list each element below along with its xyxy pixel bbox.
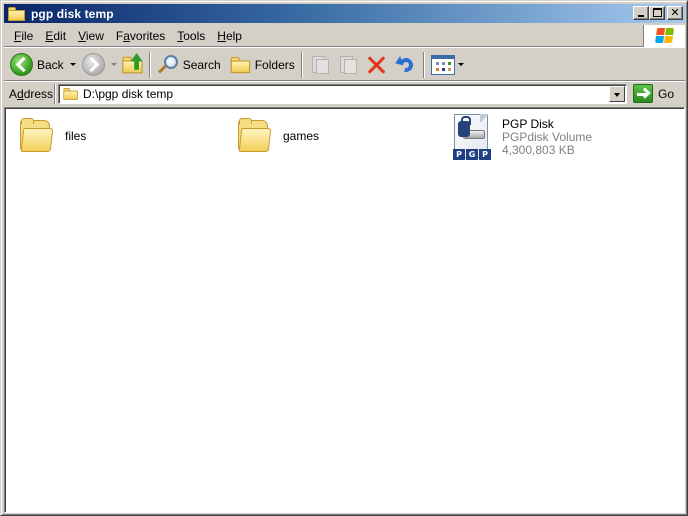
lock-icon bbox=[458, 116, 471, 137]
windows-logo-box bbox=[643, 25, 685, 47]
list-item[interactable]: games bbox=[235, 116, 319, 156]
forward-dropdown-icon[interactable] bbox=[110, 63, 117, 66]
views-icon bbox=[430, 54, 455, 75]
close-button[interactable]: ✕ bbox=[667, 6, 683, 20]
item-details: PGP Disk PGPdisk Volume 4,300,803 KB bbox=[502, 118, 592, 157]
views-dropdown-icon[interactable] bbox=[457, 63, 464, 66]
explorer-window: pgp disk temp ✕ File Edit View Favorites… bbox=[0, 0, 688, 516]
menu-edit-label: dit bbox=[53, 28, 67, 43]
menu-tools-label: ools bbox=[183, 28, 206, 43]
address-bar: Address D:\pgp disk temp Go bbox=[4, 82, 685, 105]
forward-arrow-icon bbox=[81, 53, 105, 76]
windows-logo-icon bbox=[655, 28, 675, 44]
copy-to-icon bbox=[337, 54, 359, 76]
delete-button[interactable] bbox=[362, 51, 390, 79]
file-list-view[interactable]: files games P G P PGP Disk PGPdisk Volum… bbox=[4, 107, 685, 513]
address-input[interactable]: D:\pgp disk temp bbox=[58, 83, 627, 104]
menu-edit[interactable]: Edit bbox=[39, 26, 72, 46]
menu-tools[interactable]: Tools bbox=[171, 26, 211, 46]
delete-icon bbox=[365, 54, 387, 76]
go-arrow-icon bbox=[633, 84, 653, 103]
forward-button[interactable] bbox=[79, 51, 120, 79]
list-item[interactable]: P G P PGP Disk PGPdisk Volume 4,300,803 … bbox=[453, 114, 592, 162]
menu-help-accel: H bbox=[217, 28, 226, 43]
search-button[interactable]: Search bbox=[154, 51, 224, 79]
search-icon bbox=[157, 54, 179, 76]
folders-icon bbox=[229, 55, 252, 73]
back-label: Back bbox=[37, 57, 64, 72]
menu-view-label: iew bbox=[85, 28, 104, 43]
close-icon: ✕ bbox=[670, 6, 680, 19]
go-button[interactable]: Go bbox=[633, 84, 674, 103]
menu-help[interactable]: Help bbox=[211, 26, 248, 46]
menu-bar: File Edit View Favorites Tools Help bbox=[4, 25, 685, 47]
undo-button[interactable] bbox=[390, 51, 420, 79]
toolbar: Back Search Folders bbox=[4, 49, 685, 81]
item-name: games bbox=[283, 129, 320, 143]
toolbar-separator bbox=[422, 51, 425, 78]
back-button[interactable]: Back bbox=[7, 51, 79, 79]
go-label: Go bbox=[658, 86, 675, 101]
menu-help-label: elp bbox=[225, 28, 242, 43]
folder-icon bbox=[235, 116, 275, 156]
maximize-icon bbox=[653, 8, 662, 17]
menu-file[interactable]: File bbox=[8, 26, 39, 46]
address-label: Address bbox=[9, 86, 54, 101]
menu-view-accel: V bbox=[78, 28, 86, 43]
copy-to-button[interactable] bbox=[334, 51, 362, 79]
folders-label: Folders bbox=[254, 57, 295, 72]
folder-up-icon bbox=[121, 52, 145, 74]
back-dropdown-icon[interactable] bbox=[69, 63, 76, 66]
list-item[interactable]: files bbox=[17, 116, 86, 156]
title-bar[interactable]: pgp disk temp ✕ bbox=[4, 4, 685, 23]
move-to-button[interactable] bbox=[306, 51, 334, 79]
menu-favorites[interactable]: Favorites bbox=[110, 26, 171, 46]
minimize-icon bbox=[638, 15, 644, 17]
undo-icon bbox=[393, 54, 417, 76]
minimize-button[interactable] bbox=[633, 6, 649, 20]
maximize-button[interactable] bbox=[649, 6, 665, 20]
caption-buttons: ✕ bbox=[633, 6, 683, 20]
folder-icon bbox=[7, 6, 27, 22]
up-button[interactable] bbox=[120, 51, 146, 79]
menu-favorites-label: vorites bbox=[129, 28, 166, 43]
views-button[interactable] bbox=[428, 51, 467, 79]
address-separator bbox=[54, 83, 56, 104]
pgp-disk-icon: P G P bbox=[453, 114, 493, 162]
toolbar-separator bbox=[148, 51, 151, 78]
search-label: Search bbox=[182, 57, 221, 72]
window-title: pgp disk temp bbox=[31, 6, 114, 21]
back-arrow-icon bbox=[10, 53, 33, 76]
move-to-icon bbox=[309, 54, 331, 76]
menu-file-label: ile bbox=[21, 28, 34, 43]
item-size: 4,300,803 KB bbox=[502, 143, 575, 157]
address-dropdown-button[interactable] bbox=[609, 85, 625, 102]
menu-favorites-accel: a bbox=[123, 28, 130, 43]
folder-icon bbox=[63, 87, 80, 101]
address-value: D:\pgp disk temp bbox=[83, 86, 174, 101]
menu-view[interactable]: View bbox=[72, 26, 110, 46]
folder-icon bbox=[17, 116, 57, 156]
item-name: files bbox=[65, 129, 87, 143]
toolbar-separator bbox=[300, 51, 303, 78]
folders-button[interactable]: Folders bbox=[228, 51, 298, 79]
